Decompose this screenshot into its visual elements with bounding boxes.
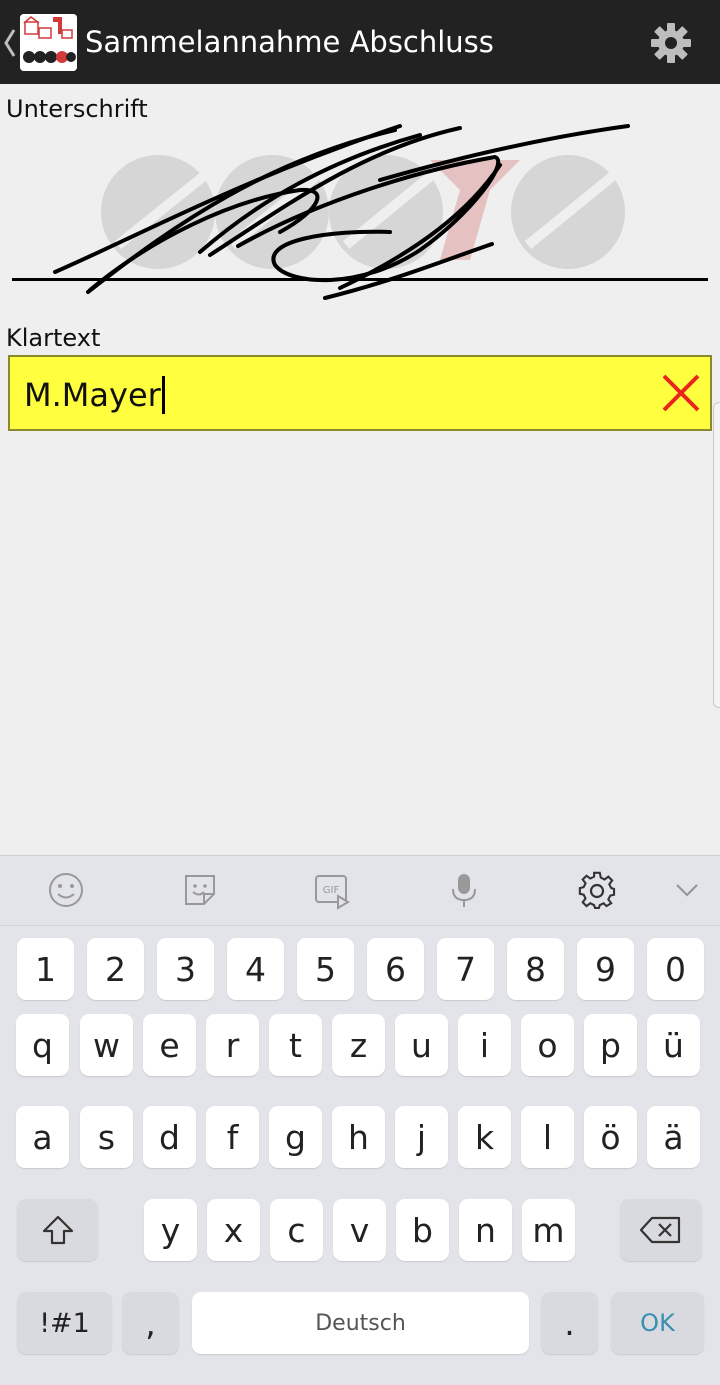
- key-m[interactable]: m: [522, 1199, 575, 1261]
- shift-key[interactable]: [17, 1199, 98, 1261]
- emoji-icon[interactable]: [46, 870, 86, 910]
- gif-icon[interactable]: GIF: [312, 870, 352, 910]
- chevron-down-icon[interactable]: [667, 870, 707, 910]
- key-f[interactable]: f: [206, 1106, 259, 1168]
- sticker-icon[interactable]: [180, 870, 220, 910]
- signature-baseline: [12, 278, 708, 281]
- close-icon[interactable]: [658, 370, 704, 416]
- key-g[interactable]: g: [269, 1106, 322, 1168]
- coroys-logo-watermark: [101, 155, 625, 269]
- key-o[interactable]: o: [521, 1014, 574, 1076]
- key-t[interactable]: t: [269, 1014, 322, 1076]
- klartext-label: Klartext: [6, 324, 101, 352]
- key-q[interactable]: q: [16, 1014, 69, 1076]
- key-d[interactable]: d: [143, 1106, 196, 1168]
- key-k[interactable]: k: [458, 1106, 511, 1168]
- space-key[interactable]: Deutsch: [192, 1292, 529, 1354]
- key-1[interactable]: 1: [17, 938, 74, 1000]
- key-w[interactable]: w: [80, 1014, 133, 1076]
- key-r[interactable]: r: [206, 1014, 259, 1076]
- microphone-icon[interactable]: [444, 870, 484, 910]
- key-y[interactable]: y: [144, 1199, 197, 1261]
- keyboard: 1 2 3 4 5 6 7 8 9 0 q w e r t z u i o p …: [0, 925, 720, 1385]
- key-p[interactable]: p: [584, 1014, 637, 1076]
- keyboard-toolbar: GIF: [0, 855, 720, 925]
- comma-key[interactable]: ,: [122, 1292, 179, 1354]
- svg-text:GIF: GIF: [323, 885, 340, 896]
- key-8[interactable]: 8: [507, 938, 564, 1000]
- key-i[interactable]: i: [458, 1014, 511, 1076]
- app-logo-icon[interactable]: [20, 14, 77, 71]
- backspace-key[interactable]: [620, 1199, 702, 1261]
- key-3[interactable]: 3: [157, 938, 214, 1000]
- key-v[interactable]: v: [333, 1199, 386, 1261]
- klartext-input[interactable]: M.Mayer: [8, 355, 712, 431]
- key-h[interactable]: h: [332, 1106, 385, 1168]
- key-4[interactable]: 4: [227, 938, 284, 1000]
- scrollbar[interactable]: [713, 402, 720, 708]
- app-bar: Sammelannahme Abschluss: [0, 0, 720, 84]
- key-n[interactable]: n: [459, 1199, 512, 1261]
- key-z[interactable]: z: [332, 1014, 385, 1076]
- key-6[interactable]: 6: [367, 938, 424, 1000]
- period-key[interactable]: .: [541, 1292, 598, 1354]
- shift-arrow-icon: [42, 1215, 73, 1245]
- key-s[interactable]: s: [80, 1106, 133, 1168]
- keyboard-settings-gear-icon[interactable]: [577, 870, 617, 910]
- key-2[interactable]: 2: [87, 938, 144, 1000]
- gear-icon[interactable]: [648, 20, 694, 66]
- key-9[interactable]: 9: [577, 938, 634, 1000]
- page-title: Sammelannahme Abschluss: [85, 25, 494, 59]
- key-e[interactable]: e: [143, 1014, 196, 1076]
- key-o-umlaut[interactable]: ö: [584, 1106, 637, 1168]
- key-u-umlaut[interactable]: ü: [647, 1014, 700, 1076]
- key-5[interactable]: 5: [297, 938, 354, 1000]
- signature-pad[interactable]: [0, 120, 720, 310]
- key-7[interactable]: 7: [437, 938, 494, 1000]
- backspace-icon: [639, 1216, 681, 1244]
- key-a-umlaut[interactable]: ä: [647, 1106, 700, 1168]
- key-0[interactable]: 0: [647, 938, 704, 1000]
- key-l[interactable]: l: [521, 1106, 574, 1168]
- key-x[interactable]: x: [207, 1199, 260, 1261]
- symbols-key[interactable]: !#1: [17, 1292, 112, 1354]
- chevron-left-icon[interactable]: [3, 26, 17, 60]
- key-u[interactable]: u: [395, 1014, 448, 1076]
- ok-key[interactable]: OK: [611, 1292, 704, 1354]
- key-c[interactable]: c: [270, 1199, 323, 1261]
- klartext-value: M.Mayer: [24, 375, 165, 415]
- key-b[interactable]: b: [396, 1199, 449, 1261]
- key-j[interactable]: j: [395, 1106, 448, 1168]
- key-a[interactable]: a: [16, 1106, 69, 1168]
